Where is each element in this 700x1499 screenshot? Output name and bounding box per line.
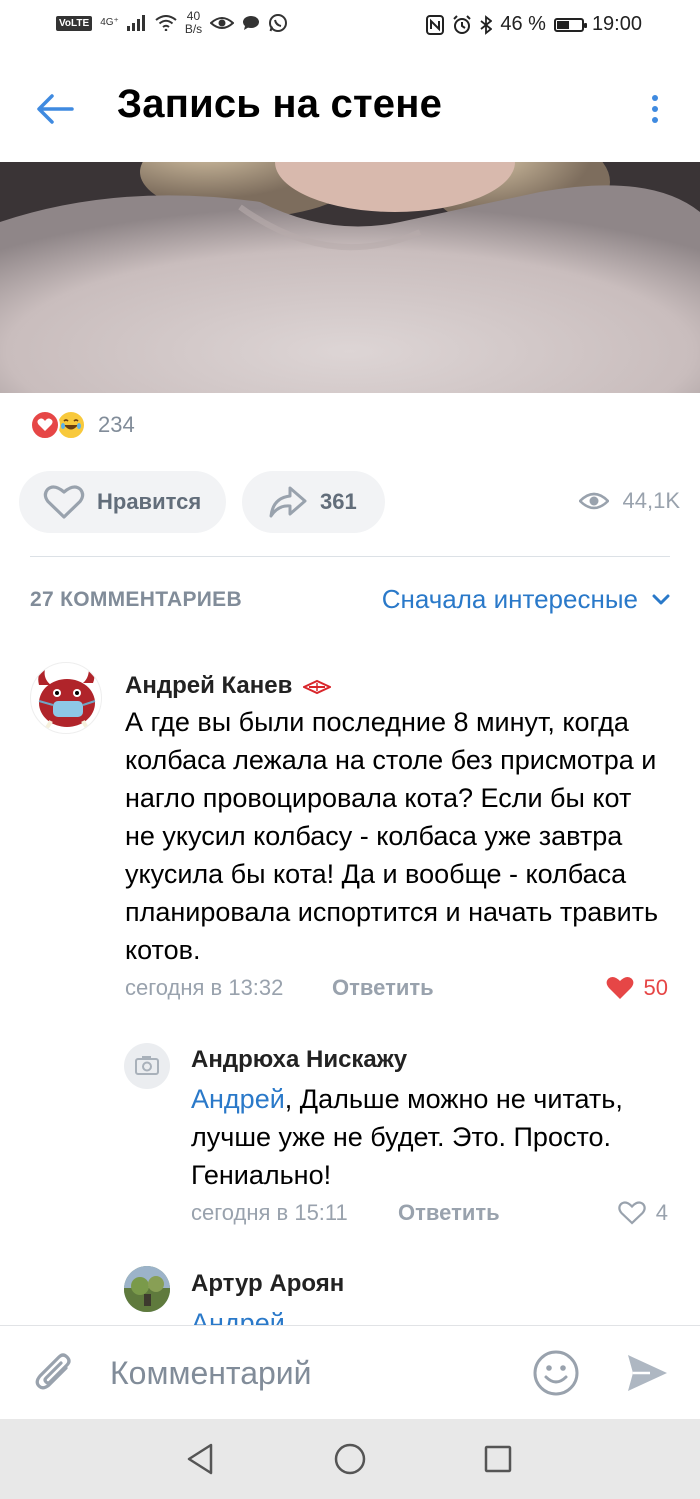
comment-text: Андрей (191, 1304, 671, 1325)
comment-author[interactable]: Андрей Канев (125, 672, 333, 700)
chevron-down-icon (652, 594, 670, 604)
heart-reaction-icon (30, 410, 60, 440)
divider (30, 556, 670, 557)
send-button[interactable] (624, 1350, 670, 1396)
wifi-icon (155, 15, 177, 31)
eye-icon (578, 492, 609, 510)
comment-likes: 50 (643, 975, 668, 1000)
comment-author[interactable]: Артур Ароян (191, 1270, 344, 1298)
comment-time: сегодня в 13:32 (125, 975, 284, 1000)
share-arrow-icon (269, 486, 307, 518)
post-photo[interactable] (0, 162, 700, 393)
network-speed-unit: B/s (184, 22, 203, 36)
back-button[interactable] (30, 86, 80, 132)
comment-time: сегодня в 15:11 (191, 1200, 348, 1225)
comment-reply: Артур Ароян Андрей (0, 1262, 700, 1325)
nav-home-button[interactable] (330, 1439, 370, 1479)
clock: 19:00 (591, 13, 642, 35)
battery-icon (553, 17, 587, 32)
emoji-button[interactable] (531, 1348, 581, 1398)
avatar-image (38, 668, 96, 733)
comment-text: Андрей, Дальше можно не читать, лучше уж… (191, 1080, 671, 1194)
more-vertical-icon-dot (652, 106, 658, 112)
network-speed-value: 40 (186, 9, 201, 23)
eye-icon (210, 17, 235, 29)
heart-outline-icon (43, 485, 85, 519)
triangle-back-icon (187, 1443, 213, 1475)
share-count: 361 (320, 489, 357, 514)
status-bar-right: 46 % 19:00 (426, 13, 642, 36)
comment-like-button[interactable]: 4 (618, 1200, 668, 1226)
nav-recents-button[interactable] (478, 1439, 518, 1479)
comments-sort-select[interactable]: Сначала интересные (382, 584, 670, 615)
paperclip-icon (35, 1353, 71, 1390)
circle-home-icon (334, 1443, 366, 1475)
mention-link[interactable]: Андрей (191, 1084, 285, 1114)
reply-button[interactable]: Ответить (398, 1200, 500, 1226)
signal-icon (126, 15, 145, 31)
more-menu-button[interactable] (640, 86, 670, 132)
heart-outline-icon (618, 1201, 646, 1225)
comment: Андрей Канев А где вы были последние 8 м… (0, 660, 700, 1010)
comment-composer (0, 1325, 700, 1419)
like-button[interactable]: Нравится (19, 471, 226, 533)
camera-icon (135, 1056, 159, 1075)
more-vertical-icon-dot (652, 117, 658, 123)
sort-label: Сначала интересные (381, 584, 638, 614)
more-vertical-icon (652, 95, 658, 101)
nav-back-button[interactable] (180, 1439, 220, 1479)
comment-author[interactable]: Андрюха Нискажу (191, 1046, 407, 1074)
system-nav-bar (0, 1419, 700, 1499)
alarm-icon (453, 14, 472, 34)
avatar-placeholder[interactable] (124, 1043, 170, 1089)
status-bar-left: VoLTE 4G⁺ 40 B/s (56, 10, 288, 36)
comment-likes: 4 (655, 1200, 668, 1225)
send-icon (628, 1355, 667, 1391)
smiley-icon (533, 1350, 579, 1396)
share-button[interactable]: 361 (242, 471, 385, 533)
network-speed: 40 B/s (185, 10, 202, 36)
avatar[interactable] (124, 1266, 170, 1312)
views-count: 44,1K (622, 488, 681, 513)
comment-like-button[interactable]: 50 (606, 975, 668, 1001)
bluetooth-icon (480, 14, 493, 35)
page-title: Запись на стене (117, 82, 443, 126)
reactions-count: 234 (98, 412, 135, 437)
avatar[interactable] (30, 662, 102, 734)
mention-link[interactable]: Андрей (191, 1308, 285, 1325)
heart-filled-icon (606, 976, 633, 999)
comment-reply: Андрюха Нискажу Андрей, Дальше можно не … (0, 1040, 700, 1240)
author-name: Андрей Канев (125, 672, 293, 699)
battery-level (556, 20, 569, 29)
attach-button[interactable] (30, 1348, 80, 1398)
nfc-icon (426, 14, 445, 35)
square-recents-icon (484, 1445, 512, 1473)
whatsapp-icon (269, 14, 288, 32)
volte-indicator: VoLTE (56, 15, 93, 31)
spartak-badge-icon (301, 679, 333, 694)
battery-percent: 46 % (500, 13, 546, 35)
arrow-left-icon (37, 94, 74, 124)
laughing-face-reaction-icon (56, 410, 86, 440)
views-counter: 44,1K (578, 488, 681, 514)
network-type: 4G⁺ (100, 17, 119, 28)
like-label: Нравится (97, 489, 202, 514)
comments-count: 27 КОММЕНТАРИЕВ (30, 588, 242, 611)
reply-button[interactable]: Ответить (332, 975, 434, 1001)
chat-bubble-icon (243, 16, 260, 30)
post-photo-graphic (0, 162, 700, 393)
avatar-image (124, 1266, 170, 1312)
status-bar: VoLTE 4G⁺ 40 B/s 46 % 19:00 (0, 0, 700, 56)
comment-input[interactable] (110, 1348, 510, 1398)
comment-text: А где вы были последние 8 минут, когда к… (125, 707, 659, 965)
reactions-summary[interactable]: 234 (30, 410, 135, 440)
app-header: Запись на стене (0, 56, 700, 162)
